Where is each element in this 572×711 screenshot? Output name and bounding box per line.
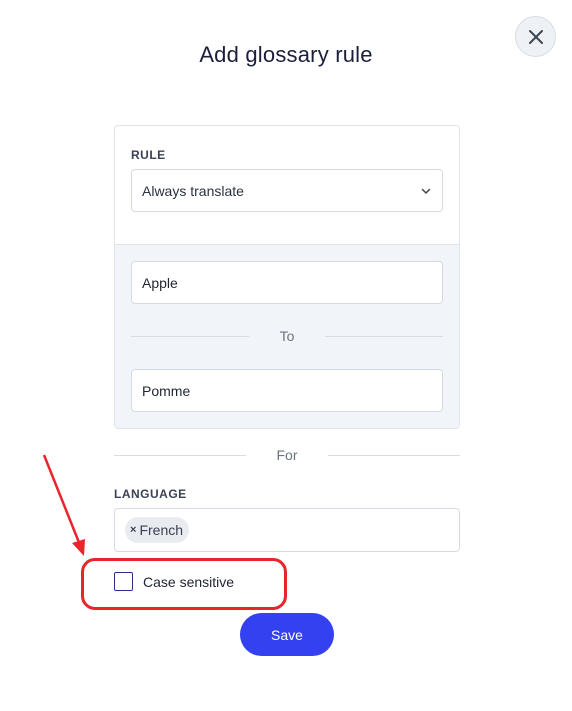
rule-section: RULE Always translate [115, 126, 459, 244]
divider-line [325, 335, 443, 337]
divider-line [328, 454, 460, 456]
save-button[interactable]: Save [240, 613, 334, 656]
rule-label: RULE [131, 148, 166, 162]
for-divider: For [114, 447, 460, 463]
chevron-down-icon [420, 185, 432, 197]
rule-card: RULE Always translate Apple To Pomme [114, 125, 460, 429]
target-term-value: Pomme [142, 382, 191, 399]
for-separator-label: For [276, 447, 298, 463]
dialog-title: Add glossary rule [199, 42, 373, 67]
language-input[interactable]: × French [114, 508, 460, 552]
source-term-value: Apple [142, 274, 178, 291]
divider-line [131, 335, 249, 337]
target-term-input[interactable]: Pomme [131, 369, 443, 412]
divider-line [114, 454, 246, 456]
terms-section: Apple To Pomme [115, 244, 459, 428]
to-separator-label: To [279, 328, 295, 344]
case-sensitive-option[interactable]: Case sensitive [114, 572, 234, 591]
case-sensitive-checkbox[interactable] [114, 572, 133, 591]
case-sensitive-label: Case sensitive [143, 573, 235, 590]
language-chip: × French [125, 517, 190, 543]
language-chip-label: French [139, 522, 184, 538]
rule-select-value: Always translate [142, 182, 244, 199]
chip-remove-icon[interactable]: × [130, 524, 136, 536]
rule-select[interactable]: Always translate [131, 169, 443, 212]
to-divider: To [131, 328, 443, 344]
source-term-input[interactable]: Apple [131, 261, 443, 304]
language-label: LANGUAGE [114, 487, 187, 501]
